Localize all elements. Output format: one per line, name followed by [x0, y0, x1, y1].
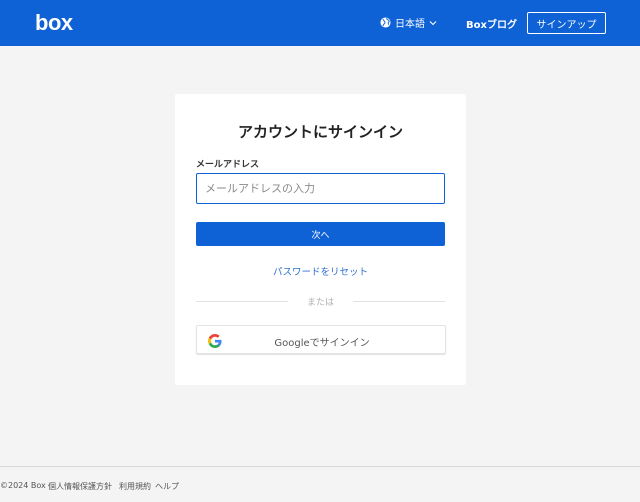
globe-icon	[380, 17, 391, 28]
help-link[interactable]: ヘルプ	[155, 481, 179, 492]
terms-link[interactable]: 利用規約	[119, 481, 151, 492]
box-logo[interactable]: box	[35, 10, 73, 36]
language-selector[interactable]: 日本語	[380, 15, 437, 30]
chevron-down-icon	[429, 20, 437, 26]
google-signin-button[interactable]: Googleでサインイン	[196, 325, 446, 354]
privacy-policy-link[interactable]: 個人情報保護方針	[48, 481, 112, 492]
divider-line-right	[353, 301, 445, 302]
footer: ©2024 Box 個人情報保護方針 利用規約 ヘルプ	[0, 466, 640, 502]
next-button[interactable]: 次へ	[196, 222, 445, 246]
email-label: メールアドレス	[196, 160, 260, 170]
top-header: box 日本語 Boxブログ サインアップ	[0, 0, 640, 46]
google-signin-label: Googleでサインイン	[274, 338, 370, 349]
login-card: アカウントにサインイン メールアドレス 次へ パスワードをリセット または Go…	[175, 94, 466, 385]
divider-text: または	[306, 298, 334, 308]
blog-link[interactable]: Boxブログ	[466, 16, 517, 31]
page-title: アカウントにサインイン	[237, 123, 403, 141]
divider-line-left	[196, 301, 288, 302]
language-label: 日本語	[395, 19, 425, 30]
email-field[interactable]	[196, 173, 445, 204]
signup-button[interactable]: サインアップ	[527, 12, 606, 34]
reset-password-link[interactable]: パスワードをリセット	[175, 264, 466, 278]
copyright-text: ©2024 Box	[0, 481, 46, 490]
